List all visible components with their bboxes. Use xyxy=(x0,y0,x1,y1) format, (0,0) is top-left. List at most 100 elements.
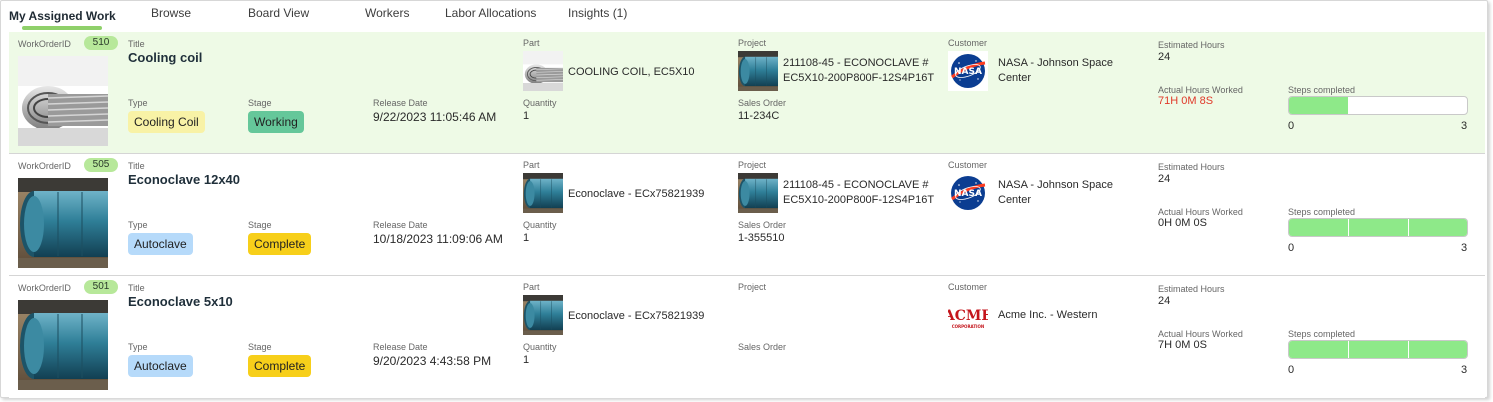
project-line2[interactable]: EC5X10-200P800F-12S4P16T xyxy=(783,194,934,206)
title-label: Title xyxy=(128,283,145,293)
work-order-id-badge: 510 xyxy=(84,36,118,50)
title-label: Title xyxy=(128,161,145,171)
work-order-row[interactable]: WorkOrderID 501 Title Econoclave 5x10 Ty… xyxy=(9,276,1485,398)
tab-bar: My Assigned Work Browse Board View Worke… xyxy=(1,1,1487,31)
steps-completed-label: Steps completed xyxy=(1288,85,1356,95)
tab-insights[interactable]: Insights (1) xyxy=(568,6,627,20)
sales-order-label: Sales Order xyxy=(738,220,787,230)
release-date-label: Release Date xyxy=(373,342,428,352)
estimated-hours-value: 24 xyxy=(1158,51,1171,63)
customer-line2[interactable]: Center xyxy=(998,194,1031,206)
stage-badge: Complete xyxy=(248,355,312,377)
stage-label: Stage xyxy=(248,342,272,352)
actual-hours-value: 0H 0M 0S xyxy=(1158,217,1207,229)
stage-label: Stage xyxy=(248,98,272,108)
active-tab-indicator xyxy=(22,26,102,30)
part-value[interactable]: COOLING COIL, EC5X10 xyxy=(568,66,695,78)
progress-segment xyxy=(1289,341,1349,358)
work-orders-panel: My Assigned Work Browse Board View Worke… xyxy=(0,0,1488,398)
quantity-label: Quantity xyxy=(523,342,557,352)
work-order-id-label: WorkOrderID xyxy=(18,283,71,293)
project-label: Project xyxy=(738,282,767,292)
title-label: Title xyxy=(128,39,145,49)
tab-browse[interactable]: Browse xyxy=(151,6,191,20)
part-value[interactable]: Econoclave - ECx75821939 xyxy=(568,310,704,322)
progress-divider xyxy=(1348,219,1350,236)
acme-logo-text: ACME xyxy=(948,308,988,324)
work-order-row[interactable]: WorkOrderID 510 Title Cooling coil Type … xyxy=(9,32,1485,154)
part-thumbnail xyxy=(523,295,563,335)
customer-line2[interactable]: Center xyxy=(998,72,1031,84)
sales-order-value: 11-234C xyxy=(738,110,780,122)
release-date-label: Release Date xyxy=(373,98,428,108)
work-order-title[interactable]: Econoclave 12x40 xyxy=(128,172,240,187)
nasa-logo-icon xyxy=(948,173,988,213)
project-line2[interactable]: EC5X10-200P800F-12S4P16T xyxy=(783,72,934,84)
type-label: Type xyxy=(128,220,148,230)
acme-logo-subtext: CORPORATION xyxy=(952,324,985,329)
estimated-hours-value: 24 xyxy=(1158,295,1171,307)
type-badge: Cooling Coil xyxy=(128,111,205,133)
work-order-id-badge: 505 xyxy=(84,158,118,172)
progress-divider xyxy=(1348,341,1350,358)
quantity-label: Quantity xyxy=(523,98,557,108)
release-date-value: 10/18/2023 11:09:06 AM xyxy=(373,232,503,246)
steps-completed-label: Steps completed xyxy=(1288,207,1356,217)
stage-label: Stage xyxy=(248,220,272,230)
part-label: Part xyxy=(523,38,540,48)
project-line1[interactable]: 211108-45 - ECONOCLAVE # xyxy=(783,57,929,69)
customer-label: Customer xyxy=(948,160,988,170)
type-label: Type xyxy=(128,98,148,108)
work-order-id-badge: 501 xyxy=(84,280,118,294)
stage-badge: Working xyxy=(248,111,304,133)
acme-logo-icon: ACME CORPORATION xyxy=(948,295,988,335)
estimated-hours-label: Estimated Hours xyxy=(1158,162,1225,172)
work-order-thumbnail xyxy=(18,300,108,390)
progress-segment xyxy=(1348,341,1408,358)
steps-min: 0 xyxy=(1288,364,1295,376)
progress-divider xyxy=(1407,219,1409,236)
type-badge: Autoclave xyxy=(128,233,193,255)
quantity-value: 1 xyxy=(523,354,530,366)
stage-badge: Complete xyxy=(248,233,312,255)
project-line1[interactable]: 211108-45 - ECONOCLAVE # xyxy=(783,179,929,191)
steps-min: 0 xyxy=(1288,120,1295,132)
tab-board-view[interactable]: Board View xyxy=(248,6,309,20)
type-badge: Autoclave xyxy=(128,355,193,377)
release-date-value: 9/22/2023 11:05:46 AM xyxy=(373,110,497,124)
project-thumbnail xyxy=(738,51,778,91)
actual-hours-value: 7H 0M 0S xyxy=(1158,339,1207,351)
sales-order-label: Sales Order xyxy=(738,98,787,108)
quantity-value: 1 xyxy=(523,110,530,122)
tab-my-assigned-work[interactable]: My Assigned Work xyxy=(9,9,116,23)
work-order-title[interactable]: Cooling coil xyxy=(128,50,202,65)
sales-order-value: 1-355510 xyxy=(738,232,785,244)
steps-progress-bar xyxy=(1288,96,1468,115)
customer-line1[interactable]: NASA - Johnson Space xyxy=(998,57,1113,69)
release-date-label: Release Date xyxy=(373,220,428,230)
part-value[interactable]: Econoclave - ECx75821939 xyxy=(568,188,704,200)
progress-segment xyxy=(1407,341,1467,358)
part-thumbnail xyxy=(523,51,563,91)
progress-segment xyxy=(1407,219,1467,236)
project-label: Project xyxy=(738,38,767,48)
part-label: Part xyxy=(523,160,540,170)
part-label: Part xyxy=(523,282,540,292)
steps-progress-bar xyxy=(1288,218,1468,237)
work-order-row[interactable]: WorkOrderID 505 Title Econoclave 12x40 T… xyxy=(9,154,1485,276)
work-order-title[interactable]: Econoclave 5x10 xyxy=(128,294,233,309)
customer-line1[interactable]: Acme Inc. - Western xyxy=(998,309,1097,321)
tab-labor-allocations[interactable]: Labor Allocations xyxy=(445,6,536,20)
actual-hours-label: Actual Hours Worked xyxy=(1158,329,1243,339)
quantity-label: Quantity xyxy=(523,220,557,230)
steps-completed-label: Steps completed xyxy=(1288,329,1356,339)
customer-label: Customer xyxy=(948,38,988,48)
customer-line1[interactable]: NASA - Johnson Space xyxy=(998,179,1113,191)
steps-min: 0 xyxy=(1288,242,1295,254)
steps-max: 3 xyxy=(1461,242,1468,254)
tab-workers[interactable]: Workers xyxy=(365,6,409,20)
steps-max: 3 xyxy=(1461,364,1468,376)
actual-hours-value: 71H 0M 8S xyxy=(1158,95,1214,107)
customer-label: Customer xyxy=(948,282,988,292)
estimated-hours-label: Estimated Hours xyxy=(1158,284,1225,294)
